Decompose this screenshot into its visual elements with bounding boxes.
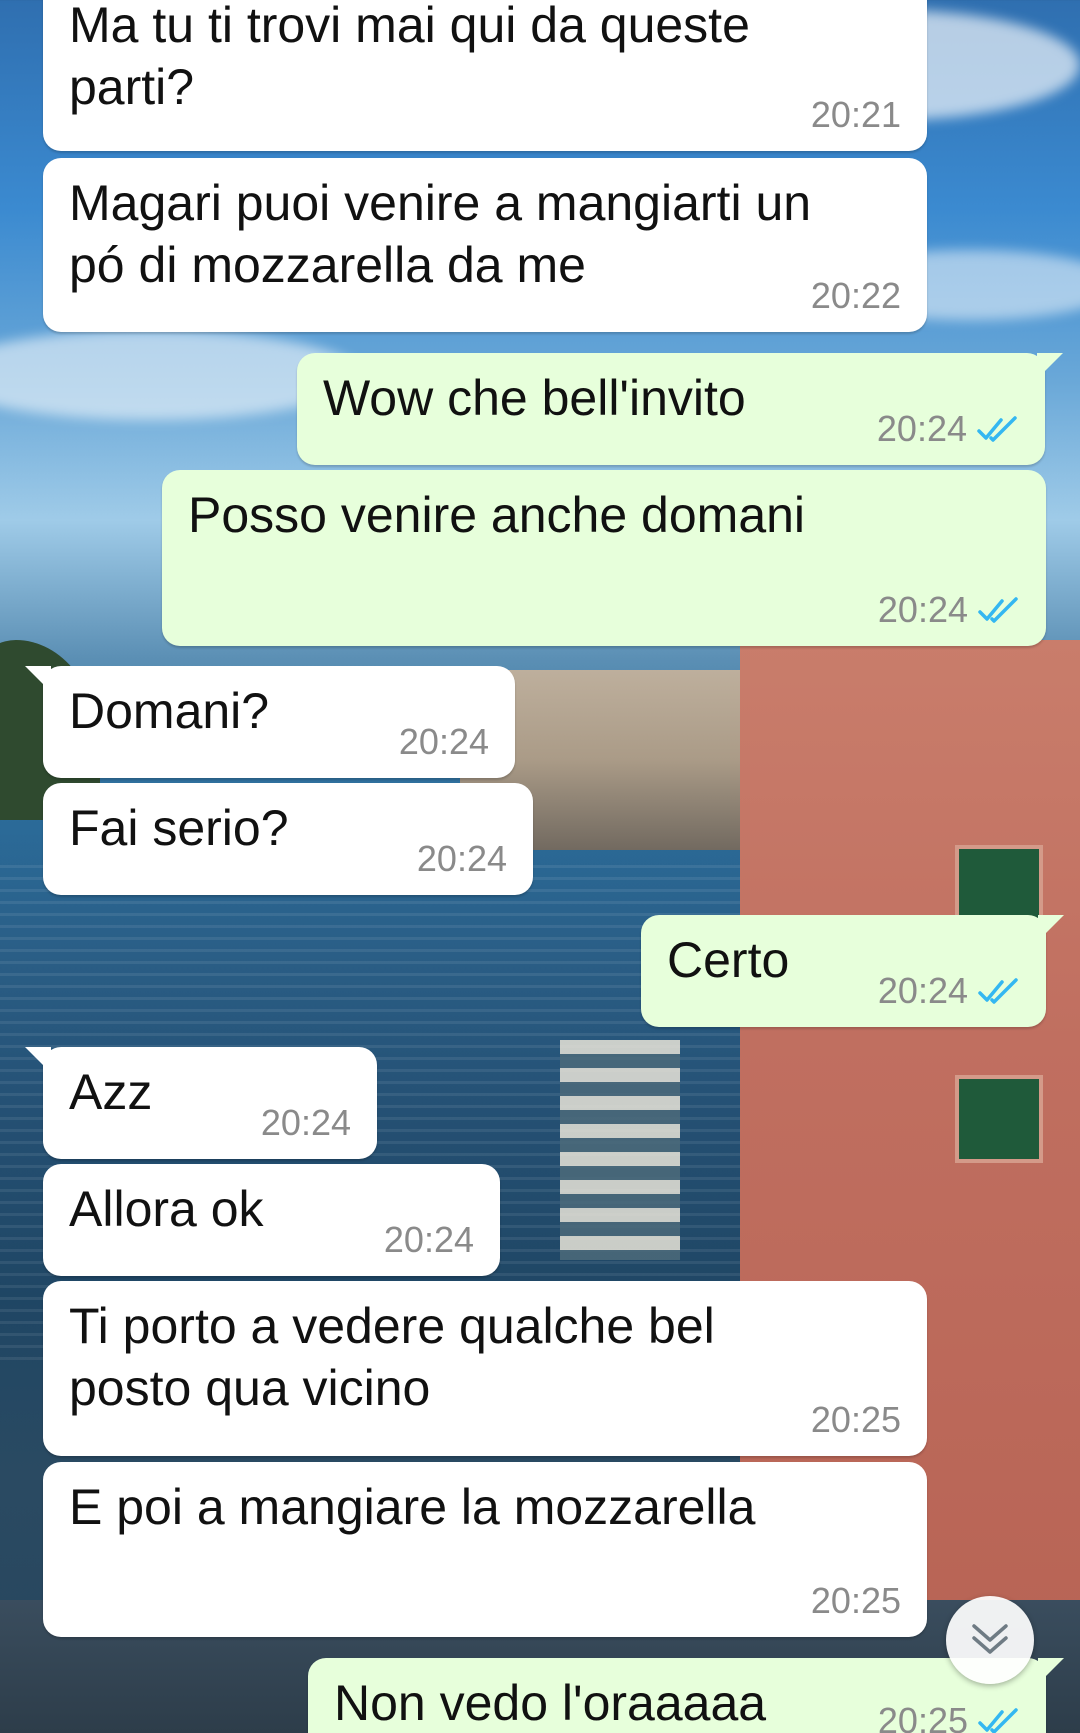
message-incoming[interactable]: Magari puoi venire a mangiarti un pó di … <box>43 158 927 332</box>
message-text: Ti porto a vedere qualche bel posto qua … <box>69 1298 715 1416</box>
message-outgoing[interactable]: Non vedo l'oraaaaa 20:25 <box>308 1658 1064 1733</box>
message-time: 20:22 <box>810 275 901 316</box>
message-text: Posso venire anche domani <box>188 487 806 543</box>
double-chevron-down-icon <box>972 1624 1008 1654</box>
message-time: 20:24 <box>877 589 968 630</box>
message-outgoing[interactable]: Wow che bell'invito 20:24 <box>297 353 1063 465</box>
message-outgoing[interactable]: Posso venire anche domani 20:24 <box>162 470 1046 646</box>
message-incoming[interactable]: Azz 20:24 <box>25 1047 377 1159</box>
message-text: Magari puoi venire a mangiarti un pó di … <box>69 175 812 293</box>
message-incoming[interactable]: Fai serio? 20:24 <box>43 783 533 895</box>
double-check-icon <box>978 1708 1018 1733</box>
message-incoming[interactable]: Ti porto a vedere qualche bel posto qua … <box>43 1281 927 1456</box>
double-check-icon <box>978 597 1018 623</box>
message-time: 20:25 <box>877 1700 968 1733</box>
message-incoming[interactable]: E poi a mangiare la mozzarella 20:25 <box>43 1462 927 1637</box>
message-time: 20:24 <box>876 408 967 449</box>
message-text: E poi a mangiare la mozzarella <box>69 1479 756 1535</box>
message-time: 20:24 <box>398 721 489 762</box>
message-time: 20:25 <box>810 1399 901 1440</box>
message-time: 20:24 <box>260 1102 351 1143</box>
message-incoming[interactable]: Ma tu ti trovi mai qui da queste parti? … <box>43 0 927 151</box>
message-time: 20:21 <box>810 94 901 135</box>
double-check-icon <box>978 978 1018 1004</box>
message-time: 20:25 <box>810 1580 901 1621</box>
message-time: 20:24 <box>416 838 507 879</box>
message-time: 20:24 <box>383 1219 474 1260</box>
message-time: 20:24 <box>877 970 968 1011</box>
message-outgoing[interactable]: Certo 20:24 <box>641 915 1064 1027</box>
message-incoming[interactable]: Domani? 20:24 <box>25 666 515 778</box>
message-incoming[interactable]: Allora ok 20:24 <box>43 1164 500 1276</box>
scroll-to-bottom-button[interactable] <box>946 1596 1034 1684</box>
message-text: Ma tu ti trovi mai qui da queste parti? <box>69 0 750 115</box>
double-check-icon <box>977 416 1017 442</box>
